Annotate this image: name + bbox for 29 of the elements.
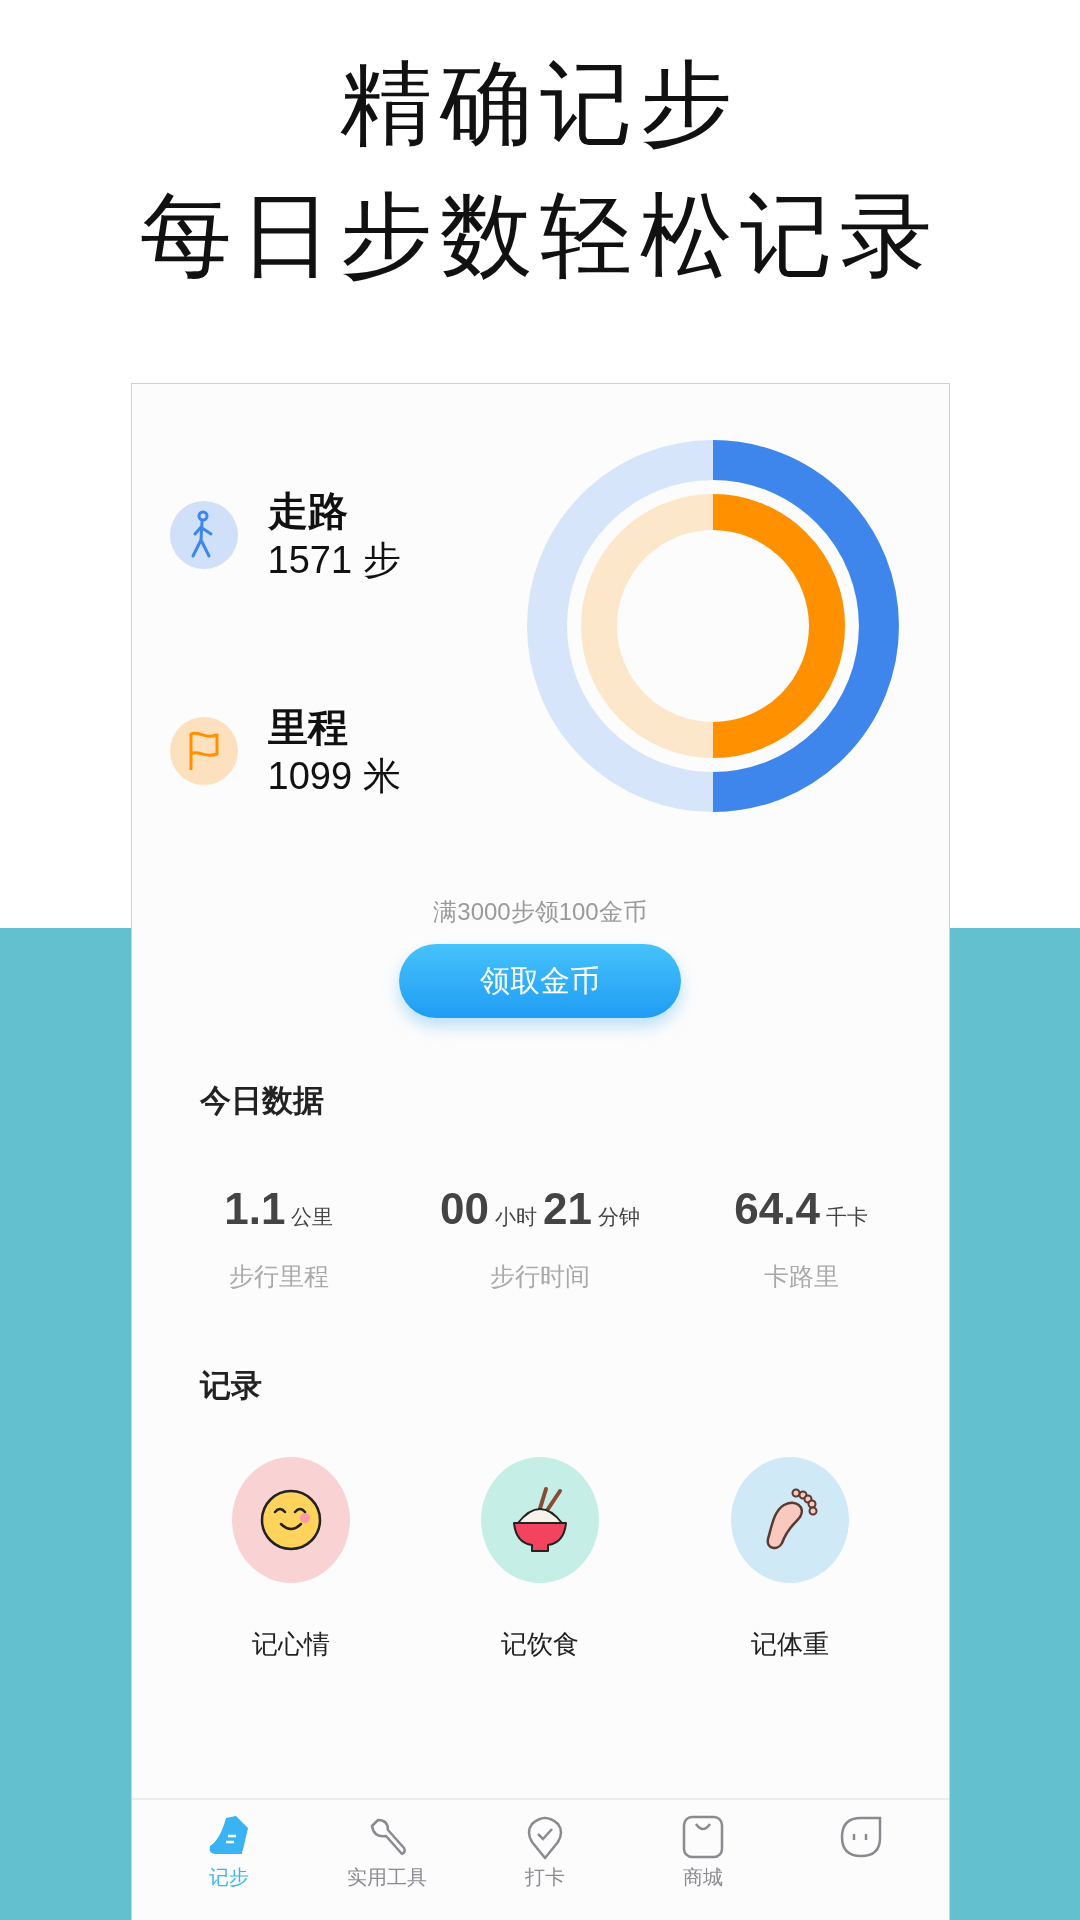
record-label: 记饮食 [501,1628,579,1661]
tab[interactable]: 实用工具 [307,1800,466,1920]
section-title: 今日数据 [198,1082,325,1120]
tab[interactable]: 商城 [624,1800,783,1920]
claim-coins-button[interactable]: 领取金币 [399,944,681,1018]
stat-value: 64.4 [734,1184,820,1234]
summary-value: 1571 步 [267,538,401,583]
stat-unit: 公里 [291,1204,334,1230]
summary-title: 里程 [267,704,349,751]
smiley-face-icon [258,1488,323,1552]
summary-title: 走路 [267,488,349,535]
stat-unit: 小时 [495,1204,537,1230]
stat-unit: 千卡 [825,1204,868,1230]
tab[interactable]: 打卡 [465,1800,625,1920]
tab[interactable]: 记步 [149,1800,308,1920]
record-label: 记心情 [251,1628,330,1661]
record-label: 记体重 [750,1628,829,1661]
stat-label: 步行里程 [228,1261,329,1292]
stat-label: 卡路里 [763,1261,839,1292]
headline: 精确记步 [340,51,740,156]
section-title: 记录 [198,1367,263,1405]
headline: 每日步数轻松记录 [140,183,940,288]
stat-unit: 分钟 [597,1204,640,1230]
reward-hint: 满3000步领100金币 [433,897,647,927]
stat-value: 00 [440,1184,489,1234]
summary-value: 1099 米 [267,754,401,799]
stat-value: 1.1 [224,1184,286,1234]
stat-label: 步行时间 [490,1261,590,1292]
stat-value: 21 [543,1184,592,1234]
